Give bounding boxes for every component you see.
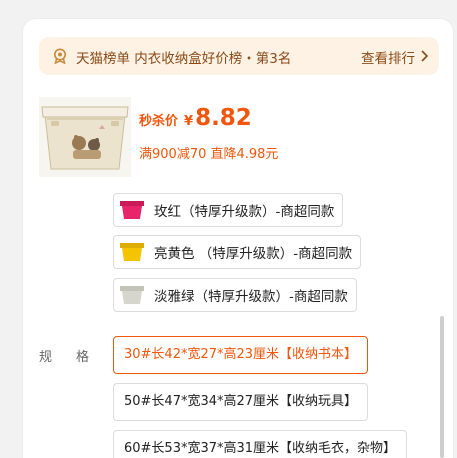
ranking-banner[interactable]: 天猫榜单 内衣收纳盒好价榜・第3名 查看排行 [39, 37, 439, 75]
scrollbar[interactable] [440, 316, 444, 458]
color-option-light-green[interactable]: 淡雅绿（特厚升级款）-商超同款 [113, 278, 357, 312]
bright-yellow-box-thumbnail [120, 243, 144, 261]
rose-red-box-thumbnail [120, 201, 144, 219]
size-option-60[interactable]: 60#长53*宽37*高31厘米【收纳毛衣，杂物】 [113, 430, 408, 458]
price-value: 8.82 [195, 105, 252, 131]
light-green-box-thumbnail [120, 286, 144, 304]
size-option-30[interactable]: 30#长42*宽27*高23厘米【收纳书本】 [113, 336, 369, 374]
color-option-rose-red[interactable]: 玫红（特厚升级款）-商超同款 [113, 193, 344, 227]
color-option-label: 亮黄色 （特厚升级款）-商超同款 [154, 246, 353, 262]
product-sku-panel: 天猫榜单 内衣收纳盒好价榜・第3名 查看排行 秒杀价 ¥ 8.82 满900减7… [22, 18, 454, 458]
currency-symbol: ¥ [184, 114, 194, 129]
promotion-text: 满900减70 直降4.98元 [139, 147, 279, 162]
chevron-right-icon[interactable] [419, 49, 429, 63]
color-option-label: 淡雅绿（特厚升级款）-商超同款 [154, 289, 348, 305]
storage-box-product-image[interactable] [39, 97, 131, 177]
view-ranking-link[interactable]: 查看排行 [361, 47, 415, 67]
color-option-label: 玫红（特厚升级款）-商超同款 [154, 204, 335, 220]
price-line: 秒杀价 ¥ 8.82 [139, 105, 252, 131]
size-option-50[interactable]: 50#长47*宽34*高27厘米【收纳玩具】 [113, 383, 369, 421]
spec-label: 规格 [39, 350, 114, 365]
ranking-text: 天猫榜单 内衣收纳盒好价榜・第3名 [76, 51, 292, 67]
price-label: 秒杀价 [139, 114, 179, 129]
award-medal-icon [54, 48, 66, 64]
color-option-bright-yellow[interactable]: 亮黄色 （特厚升级款）-商超同款 [113, 235, 362, 269]
